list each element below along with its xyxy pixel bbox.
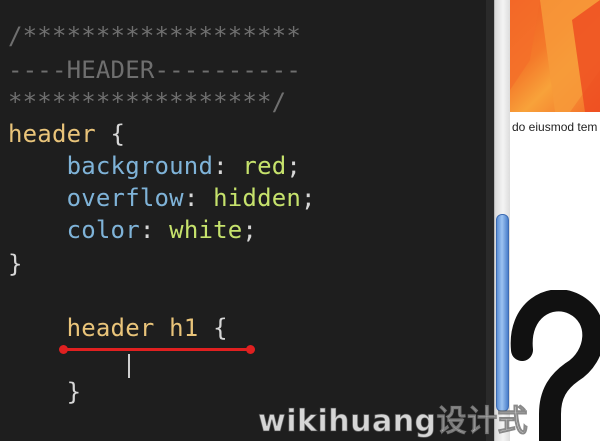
semicolon: ;	[286, 152, 302, 180]
colon: :	[213, 152, 243, 180]
watermark-text: wikihuang设计式	[257, 404, 529, 440]
semicolon: ;	[242, 216, 258, 244]
property-color: color	[66, 216, 140, 244]
selector-header: header	[8, 120, 96, 148]
red-underline-annotation	[63, 348, 251, 351]
declaration-color: color: white;	[8, 214, 257, 246]
colon: :	[183, 184, 214, 212]
close-brace: }	[66, 378, 82, 406]
value-hidden: hidden	[213, 184, 302, 212]
scrollbar-thumb[interactable]	[496, 214, 509, 412]
comment-line-1: /*******************	[8, 22, 301, 50]
property-overflow: overflow	[66, 184, 184, 212]
preview-hero-shape	[510, 0, 600, 112]
value-red: red	[242, 152, 287, 180]
colon: :	[139, 216, 170, 244]
close-brace: }	[8, 250, 23, 278]
annotation-endpoint-right	[246, 345, 255, 354]
declaration-overflow: overflow: hidden;	[8, 182, 316, 214]
comment-line-3: ******************/	[8, 88, 287, 116]
value-white: white	[169, 216, 243, 244]
property-background: background	[66, 152, 214, 180]
browser-preview: do eiusmod tem	[510, 0, 600, 441]
rule-header-open: header {	[8, 118, 125, 150]
annotation-endpoint-left	[59, 345, 68, 354]
declaration-background: background: red;	[8, 150, 301, 182]
semicolon: ;	[301, 184, 316, 212]
selector-header-h1: header h1	[66, 314, 199, 342]
preview-body-text: do eiusmod tem	[512, 120, 598, 134]
open-brace: {	[198, 314, 228, 342]
code-editor[interactable]: /******************* ----HEADER---------…	[0, 0, 494, 441]
comment-line-2: ----HEADER----------	[8, 56, 301, 84]
open-brace: {	[95, 120, 126, 148]
rule-header-h1-open: header h1 {	[8, 312, 228, 344]
text-cursor	[128, 354, 130, 378]
pane-divider[interactable]	[486, 0, 494, 441]
rule-header-h1-close: }	[8, 376, 81, 408]
